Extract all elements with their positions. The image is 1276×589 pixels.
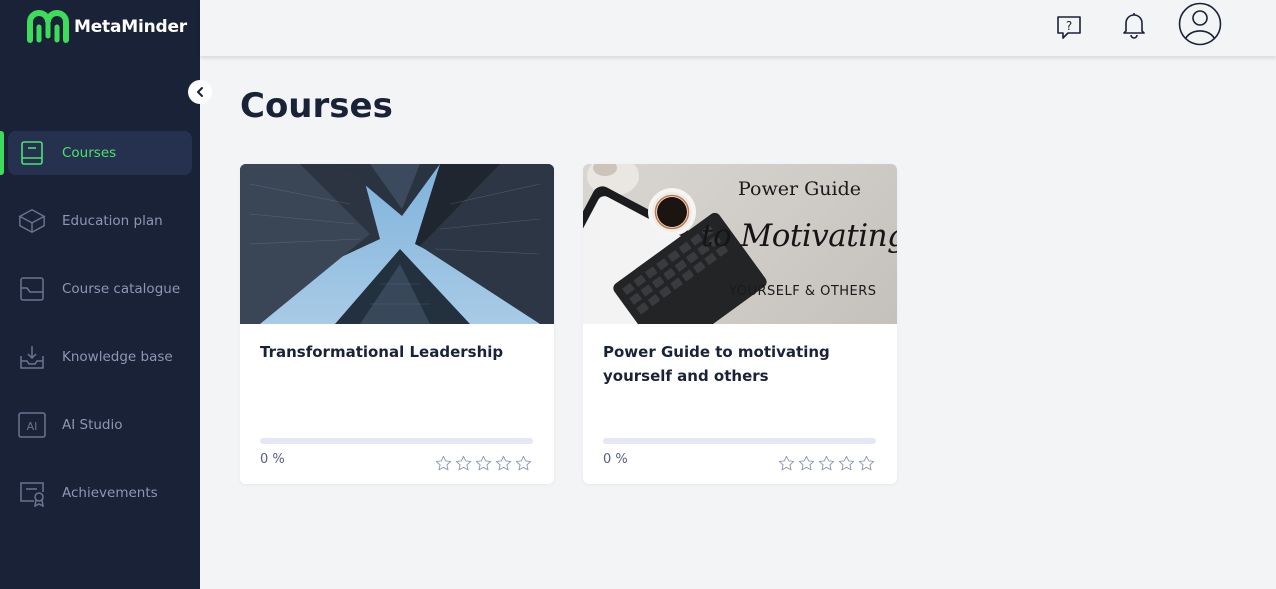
progress-text: 0 % [260,452,285,467]
page-title: Courses [240,86,393,126]
progress-text: 0 % [603,452,628,467]
course-card-transformational-leadership[interactable]: Transformational Leadership 0 % [240,164,554,484]
notifications-button[interactable] [1119,10,1149,40]
sidebar: MetaMinder Courses Education plan Course… [0,0,200,589]
course-image-coffee-desk: Power Guide to Motivating YOURSELF & OTH… [583,164,897,324]
rating-stars [778,455,878,472]
star-icon[interactable] [858,455,875,472]
course-card-power-guide[interactable]: Power Guide to Motivating YOURSELF & OTH… [583,164,897,484]
sidebar-item-label: Courses [62,145,117,161]
star-icon[interactable] [455,455,472,472]
app-name: MetaMinder [74,17,187,37]
help-button[interactable]: ? [1054,12,1084,42]
image-text-line: Power Guide [738,178,861,200]
top-bar: ? [200,0,1276,56]
sidebar-item-label: Achievements [62,485,158,501]
star-icon[interactable] [818,455,835,472]
star-icon[interactable] [475,455,492,472]
sidebar-item-knowledge-base[interactable]: Knowledge base [0,335,200,379]
help-chat-icon: ? [1057,16,1081,39]
image-text-line: YOURSELF & OTHERS [729,284,877,299]
graduation-cap-icon [18,207,46,235]
star-icon[interactable] [515,455,532,472]
sidebar-item-achievements[interactable]: Achievements [0,471,200,515]
svg-text:AI: AI [27,420,38,433]
star-icon[interactable] [798,455,815,472]
star-icon[interactable] [435,455,452,472]
sidebar-item-courses[interactable]: Courses [0,131,192,175]
progress-bar [603,438,876,444]
rating-stars [435,455,535,472]
star-icon[interactable] [838,455,855,472]
chevron-left-icon [197,87,203,97]
course-image-skyscrapers [240,164,554,324]
sidebar-item-label: Course catalogue [62,281,181,297]
certificate-icon [18,479,46,507]
sidebar-item-ai-studio[interactable]: AI AI Studio [0,403,200,447]
metaminder-logo-icon [27,10,69,43]
star-icon[interactable] [778,455,795,472]
sidebar-item-label: AI Studio [62,417,123,433]
catalogue-icon [18,275,46,303]
image-text-line: to Motivating [701,218,897,254]
inbox-download-icon [18,343,46,371]
progress-bar [260,438,533,444]
sidebar-item-education-plan[interactable]: Education plan [0,199,200,243]
course-title: Power Guide to motivating yourself and o… [603,343,830,385]
svg-text:?: ? [1066,19,1072,33]
app-logo[interactable]: MetaMinder [26,10,187,44]
user-menu-button[interactable] [1178,2,1222,46]
sidebar-item-label: Knowledge base [62,349,173,365]
ai-icon: AI [18,411,46,439]
bell-icon [1123,13,1145,39]
sidebar-nav: Courses Education plan Course catalogue … [0,131,200,539]
sidebar-item-label: Education plan [62,213,163,229]
course-title: Transformational Leadership [260,343,504,361]
user-avatar-icon [1178,2,1222,46]
star-icon[interactable] [495,455,512,472]
sidebar-collapse-button[interactable] [188,80,212,104]
book-icon [18,139,46,167]
sidebar-item-course-catalogue[interactable]: Course catalogue [0,267,200,311]
